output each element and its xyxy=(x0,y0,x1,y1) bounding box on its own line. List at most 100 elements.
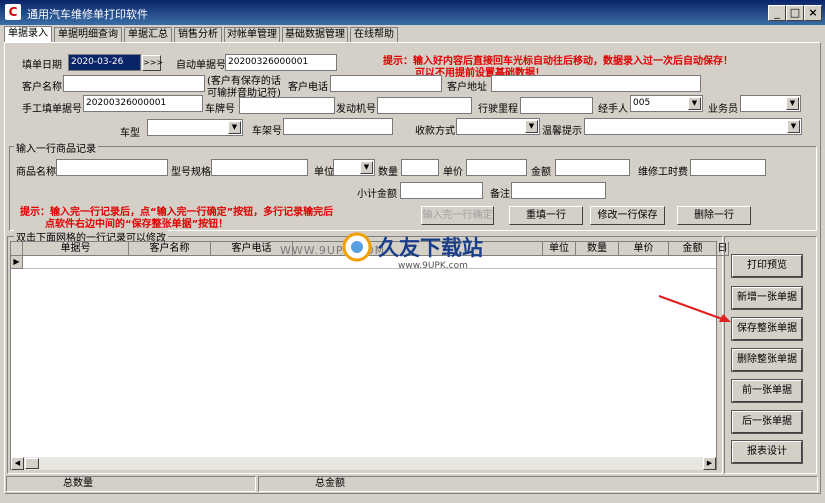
date-label: 填单日期 xyxy=(22,60,62,71)
prev-bill-button[interactable]: 前一张单据 xyxy=(731,379,803,403)
watermark-logo-url: www.9UPK.com xyxy=(398,261,468,271)
qty-field[interactable] xyxy=(401,159,439,176)
col-price[interactable]: 单价 xyxy=(619,242,669,256)
frame-field[interactable] xyxy=(283,118,393,135)
phone-field[interactable] xyxy=(330,75,442,92)
save-bill-button[interactable]: 保存整张单据 xyxy=(731,317,803,341)
phone-label: 客户电话 xyxy=(288,82,328,93)
watermark-logo-text: 久友下载站 xyxy=(378,236,483,260)
current-row-indicator-icon: ▶ xyxy=(11,256,23,269)
subtotal-field[interactable] xyxy=(400,182,483,199)
arrow-icon xyxy=(658,295,731,322)
handler-value: 005 xyxy=(633,98,651,108)
customer-label: 客户名称 xyxy=(22,82,62,93)
tab-statement[interactable]: 对帐单管理 xyxy=(224,27,280,42)
salesman-select[interactable]: ▼ xyxy=(740,95,801,112)
col-bill-no[interactable]: 单据号 xyxy=(23,242,129,256)
date-picker-button[interactable]: >>> xyxy=(142,55,163,71)
model-label: 车型 xyxy=(120,128,140,139)
engine-label: 发动机号 xyxy=(336,104,376,115)
next-bill-button[interactable]: 后一张单据 xyxy=(731,410,803,434)
price-label: 单价 xyxy=(443,167,463,178)
customer-field[interactable] xyxy=(63,75,205,92)
col-amount[interactable]: 金额 xyxy=(669,242,717,256)
col-customer-name[interactable]: 客户名称 xyxy=(129,242,211,256)
tab-help[interactable]: 在线帮助 xyxy=(350,27,398,42)
subtotal-label: 小计金额 xyxy=(357,189,397,200)
tab-base-data[interactable]: 基础数据管理 xyxy=(282,27,348,42)
delete-row-button[interactable]: 删除一行 xyxy=(677,206,751,225)
manual-no-field[interactable]: 20200326000001 xyxy=(83,95,203,112)
col-qty[interactable]: 数量 xyxy=(576,242,619,256)
watermark-logo-icon xyxy=(340,232,374,262)
address-field[interactable] xyxy=(491,75,701,92)
goods-name-field[interactable] xyxy=(56,159,168,176)
salesman-label: 业务员 xyxy=(708,104,738,115)
mileage-field[interactable] xyxy=(520,97,593,114)
qty-label: 数量 xyxy=(378,167,398,178)
print-preview-button[interactable]: 打印预览 xyxy=(731,254,803,278)
chevron-down-icon[interactable]: ▼ xyxy=(525,120,538,133)
spec-field[interactable] xyxy=(211,159,308,176)
scroll-right-icon[interactable]: ▶ xyxy=(703,457,716,470)
payment-label: 收款方式 xyxy=(415,126,455,137)
goods-name-label: 商品名称 xyxy=(16,167,56,178)
remark-label: 备注 xyxy=(490,189,510,200)
confirm-row-button[interactable]: 输入完一行确定 xyxy=(421,206,494,225)
chevron-down-icon[interactable]: ▼ xyxy=(786,97,799,110)
reminder-select[interactable]: ▼ xyxy=(584,118,802,135)
col-unit[interactable]: 单位 xyxy=(543,242,576,256)
minimize-button[interactable]: _ xyxy=(768,5,786,21)
model-select[interactable]: ▼ xyxy=(147,119,243,136)
spec-label: 型号规格 xyxy=(171,167,211,178)
labor-field[interactable] xyxy=(690,159,766,176)
address-label: 客户地址 xyxy=(447,82,487,93)
tab-summary[interactable]: 单据汇总 xyxy=(124,27,172,42)
reminder-label: 温馨提示 xyxy=(542,126,582,137)
handler-label: 经手人 xyxy=(598,104,628,115)
total-qty-label: 总数量 xyxy=(63,478,93,489)
price-field[interactable] xyxy=(466,159,527,176)
status-count: 总数量 xyxy=(6,476,256,492)
handler-select[interactable]: 005 ▼ xyxy=(630,95,703,112)
records-grid[interactable]: 单据号 客户名称 客户电话 单位 数量 单价 金额 日 ▶ ◀ ▶ xyxy=(10,241,729,470)
unit-select[interactable]: ▼ xyxy=(333,159,375,176)
frame-label: 车架号 xyxy=(252,126,282,137)
maximize-button[interactable]: □ xyxy=(786,5,804,21)
total-amount-label: 总金额 xyxy=(315,478,345,489)
engine-field[interactable] xyxy=(377,97,472,114)
modify-row-button[interactable]: 修改一行保存 xyxy=(590,206,665,225)
app-icon: C xyxy=(5,4,21,20)
new-bill-button[interactable]: 新增一张单据 xyxy=(731,286,803,310)
payment-select[interactable]: ▼ xyxy=(456,118,540,135)
tab-sales-analysis[interactable]: 销售分析 xyxy=(174,27,222,42)
labor-label: 维修工时费 xyxy=(638,167,688,178)
scroll-left-icon[interactable]: ◀ xyxy=(11,457,24,470)
scroll-thumb[interactable] xyxy=(25,458,39,469)
status-total: 总金额 xyxy=(258,476,818,492)
status-bar: 总数量 总金额 xyxy=(4,474,821,494)
remark-field[interactable] xyxy=(511,182,606,199)
amount-field[interactable] xyxy=(555,159,630,176)
date-field[interactable]: 2020-03-26 xyxy=(68,54,141,71)
tab-entry[interactable]: 单据录入 xyxy=(4,26,52,42)
chevron-down-icon[interactable]: ▼ xyxy=(688,97,701,110)
row-header-corner xyxy=(11,242,23,256)
chevron-down-icon[interactable]: ▼ xyxy=(228,121,241,134)
close-button[interactable]: × xyxy=(804,5,822,21)
auto-no-field[interactable]: 20200326000001 xyxy=(225,54,337,71)
tab-detail-query[interactable]: 单据明细查询 xyxy=(54,27,122,42)
unit-label: 单位 xyxy=(314,167,334,178)
delete-bill-button[interactable]: 删除整张单据 xyxy=(731,348,803,372)
horizontal-scrollbar[interactable]: ◀ ▶ xyxy=(11,457,716,470)
refill-row-button[interactable]: 重填一行 xyxy=(509,206,583,225)
item-group-title: 输入一行商品记录 xyxy=(14,140,98,155)
plate-field[interactable] xyxy=(239,97,335,114)
auto-no-label: 自动单据号 xyxy=(176,60,226,71)
item-hint-2: 点软件右边中间的“保存整张单据”按钮！ xyxy=(45,219,229,230)
chevron-down-icon[interactable]: ▼ xyxy=(787,120,800,133)
plate-label: 车牌号 xyxy=(205,104,235,115)
manual-no-label: 手工填单据号 xyxy=(22,104,82,115)
report-design-button[interactable]: 报表设计 xyxy=(731,440,803,464)
chevron-down-icon[interactable]: ▼ xyxy=(360,161,373,174)
